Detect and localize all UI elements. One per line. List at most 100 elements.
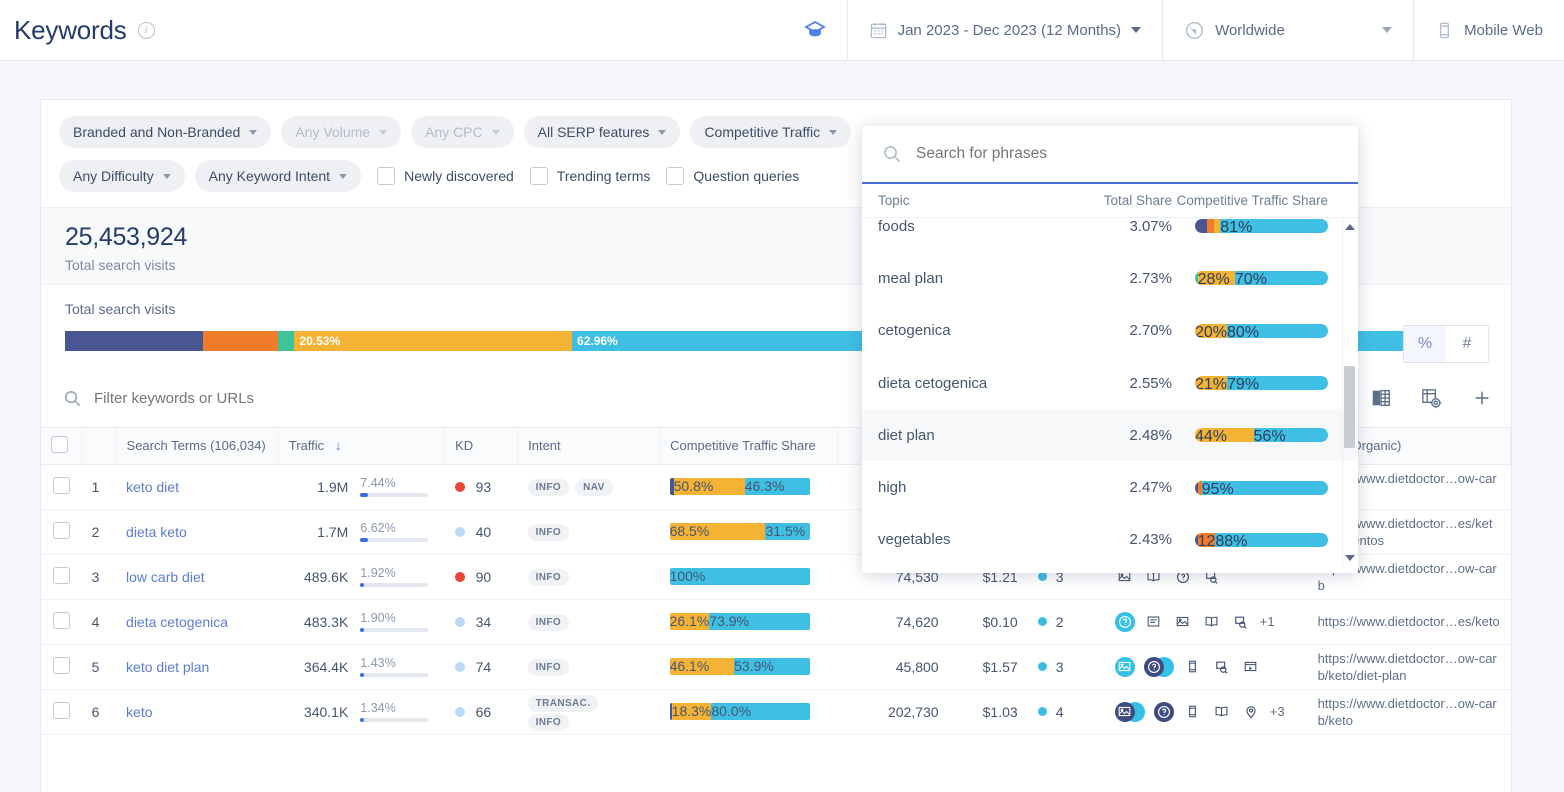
knowledge-icon[interactable] — [1202, 612, 1222, 632]
scrollbar-thumb[interactable] — [1344, 366, 1355, 448]
number-toggle[interactable]: # — [1446, 326, 1488, 362]
table-settings-icon[interactable] — [1420, 387, 1443, 410]
related-search-icon[interactable] — [1231, 612, 1251, 632]
question-icon-filled[interactable] — [1114, 611, 1135, 632]
table-row[interactable]: 4 dieta cetogenica 483.3K 1.90% 34 INFO 26.1% 7… — [41, 599, 1511, 645]
search-term-link[interactable]: dieta cetogenica — [126, 614, 228, 630]
dropdown-topic-row[interactable]: vegetables 2.43% 12 88% — [862, 514, 1358, 566]
row-competitive-traffic-share-cell: 18.3% 80.0% — [659, 689, 838, 735]
checkbox-box[interactable] — [666, 167, 685, 185]
row-select-cell[interactable] — [41, 464, 82, 510]
row-url-cell[interactable]: https://www.dietdoctor…ow-carb/keto/diet… — [1307, 644, 1511, 690]
row-checkbox[interactable] — [52, 566, 70, 584]
dropdown-cts-segment-1: 56% — [1253, 428, 1328, 443]
dropdown-topic-row[interactable]: cetogenica 2.70% 20% 80% — [862, 305, 1358, 357]
info-icon[interactable]: i — [137, 21, 155, 39]
image-icon[interactable] — [1173, 612, 1193, 632]
row-url-text[interactable]: https://www.dietdoctor…ow-carb/keto — [1318, 696, 1497, 728]
row-search-term[interactable]: dieta keto — [116, 509, 279, 555]
row-checkbox[interactable] — [52, 701, 70, 719]
row-traffic-percent: 6.62% — [360, 521, 396, 535]
row-url-text[interactable]: https://www.dietdoctor…es/keto — [1318, 614, 1500, 629]
image-icon-filled[interactable] — [1114, 656, 1135, 677]
intent-tag: INFO — [527, 569, 570, 586]
row-url-cell[interactable]: https://www.dietdoctor…es/keto — [1307, 599, 1511, 645]
search-term-link[interactable]: dieta keto — [126, 524, 187, 540]
filter-keyword-intent[interactable]: Any Keyword Intent — [194, 160, 362, 192]
dropdown-topic-row[interactable]: diet plan 2.48% 44% 56% — [862, 409, 1358, 462]
checkbox-box[interactable] — [529, 167, 548, 185]
serp-more-count[interactable]: +3 — [1270, 704, 1285, 719]
row-kd-cell: 90 — [444, 554, 518, 600]
table-row[interactable]: 5 keto diet plan 364.4K 1.43% 74 INFO 46.1% 53.… — [41, 644, 1511, 690]
knowledge-icon[interactable] — [1212, 702, 1232, 722]
question-icon-filled-dark[interactable] — [1153, 701, 1174, 722]
col-kd[interactable]: KD — [444, 428, 519, 465]
filter-difficulty[interactable]: Any Difficulty — [59, 160, 185, 192]
scroll-up-arrow-icon[interactable] — [1345, 224, 1355, 230]
add-column-icon[interactable] — [1471, 387, 1493, 409]
col-search-terms[interactable]: Search Terms (106,034) — [116, 428, 279, 465]
dropdown-scrollbar[interactable] — [1342, 218, 1355, 567]
checkbox-newly-discovered[interactable]: Newly discovered — [377, 167, 514, 185]
row-search-term[interactable]: keto diet plan — [116, 644, 279, 690]
dropdown-topic-row[interactable]: meal plan 2.73% 28% 70% — [862, 252, 1358, 304]
checkbox-trending-terms[interactable]: Trending terms — [529, 167, 650, 185]
row-select-cell[interactable] — [41, 599, 82, 645]
search-term-link[interactable]: keto diet — [126, 479, 179, 495]
filter-serp-features[interactable]: All SERP features — [523, 116, 681, 148]
related-search-icon[interactable] — [1212, 657, 1232, 677]
mobile-icon[interactable] — [1183, 702, 1203, 722]
row-search-term[interactable]: keto diet — [116, 464, 279, 510]
row-checkbox[interactable] — [52, 476, 70, 494]
row-checkbox[interactable] — [52, 611, 70, 629]
table-row[interactable]: 6 keto 340.1K 1.34% 66 TRANSAC.INFO 18.3% 80.0%… — [41, 689, 1511, 735]
percent-toggle[interactable]: % — [1404, 326, 1446, 362]
dropdown-topic-row[interactable]: dieta cetogenica 2.55% 21% 79% — [862, 357, 1358, 409]
filter-competitive-traffic[interactable]: Competitive Traffic — [690, 116, 852, 148]
row-url-text[interactable]: https://www.dietdoctor…ow-carb/keto/diet… — [1318, 651, 1497, 683]
filter-volume[interactable]: Any Volume — [281, 116, 402, 148]
dropdown-topic-row[interactable]: high 2.47% 95% — [862, 461, 1358, 513]
serp-more-count[interactable]: +1 — [1260, 614, 1275, 629]
search-term-link[interactable]: keto diet plan — [126, 659, 209, 675]
select-all-checkbox[interactable] — [51, 435, 68, 453]
image-icon-pair[interactable] — [1114, 701, 1145, 723]
row-kd-value: 90 — [475, 568, 492, 585]
row-select-cell[interactable] — [41, 509, 82, 555]
snippet-icon[interactable] — [1144, 612, 1164, 632]
percent-number-toggle[interactable]: % # — [1403, 325, 1489, 363]
row-select-cell[interactable] — [41, 644, 82, 690]
col-select-all[interactable] — [41, 428, 83, 465]
date-range-selector[interactable]: Jan 2023 - Dec 2023 (12 Months) — [848, 0, 1162, 61]
chevron-down-icon — [1131, 27, 1142, 33]
row-checkbox[interactable] — [52, 656, 70, 674]
device-selector[interactable]: Mobile Web — [1414, 0, 1564, 61]
dropdown-topic-row[interactable]: foods 3.07% 81% — [862, 218, 1358, 252]
excel-export-icon[interactable]: X — [1370, 387, 1392, 409]
row-select-cell[interactable] — [41, 689, 82, 735]
row-search-term[interactable]: low carb diet — [116, 554, 279, 600]
row-search-term[interactable]: keto — [116, 689, 279, 735]
scroll-down-arrow-icon[interactable] — [1345, 555, 1355, 561]
video-icon[interactable] — [1241, 657, 1261, 677]
graduation-cap-icon[interactable] — [803, 18, 827, 42]
region-selector[interactable]: Worldwide — [1163, 0, 1413, 61]
mobile-icon[interactable] — [1183, 657, 1203, 677]
row-url-cell[interactable]: https://www.dietdoctor…ow-carb/keto — [1307, 689, 1511, 735]
row-select-cell[interactable] — [41, 554, 82, 600]
col-competitive-traffic-share[interactable]: Competitive Traffic Share — [659, 428, 838, 465]
col-intent[interactable]: Intent — [517, 428, 661, 465]
filter-cpc[interactable]: Any CPC — [411, 116, 514, 148]
row-search-term[interactable]: dieta cetogenica — [116, 599, 279, 645]
question-icon-pair[interactable] — [1143, 656, 1174, 678]
row-checkbox[interactable] — [52, 521, 70, 539]
checkbox-question-queries[interactable]: Question queries — [666, 167, 799, 185]
checkbox-box[interactable] — [377, 167, 396, 185]
search-term-link[interactable]: low carb diet — [126, 569, 205, 585]
filter-branded[interactable]: Branded and Non-Branded — [59, 116, 272, 148]
search-term-link[interactable]: keto — [126, 704, 152, 720]
col-traffic[interactable]: Traffic ↓ — [278, 428, 446, 465]
local-pin-icon[interactable] — [1241, 702, 1261, 722]
phrase-search-input[interactable] — [916, 145, 1338, 163]
